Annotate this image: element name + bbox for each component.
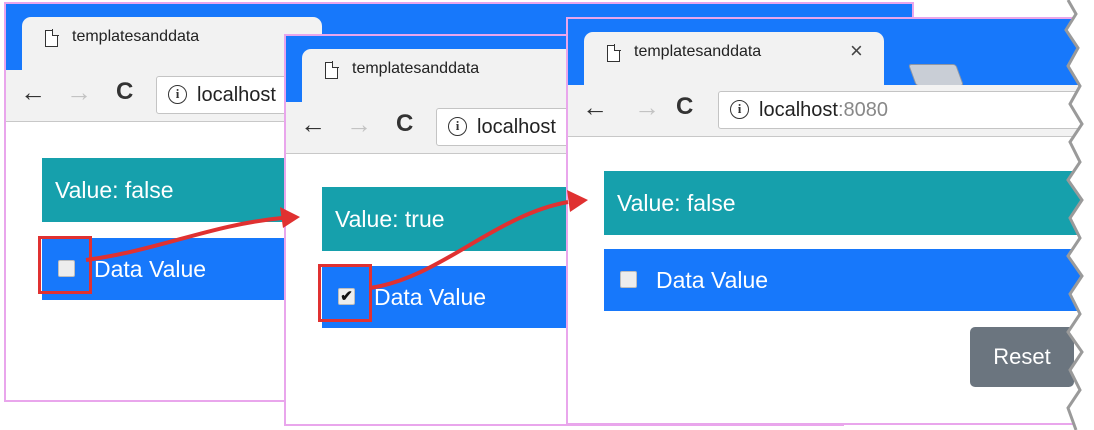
- browser-tab[interactable]: templatesanddata: [302, 49, 602, 102]
- data-value-label: Data Value: [94, 256, 207, 282]
- url-text: localhost:8080: [759, 99, 888, 121]
- info-icon[interactable]: i: [448, 117, 467, 136]
- browser-toolbar: ← → C i localhost:8080: [568, 85, 1094, 137]
- forward-arrow-icon[interactable]: →: [634, 89, 660, 125]
- reload-icon[interactable]: C: [116, 74, 133, 110]
- address-bar[interactable]: i localhost:8080: [718, 91, 1094, 129]
- checkbox-highlight: [318, 264, 372, 322]
- reload-icon[interactable]: C: [676, 89, 693, 125]
- back-arrow-icon[interactable]: ←: [20, 74, 46, 110]
- title-bar: templatesanddata ×: [568, 19, 1094, 86]
- browser-window-3: templatesanddata × ← → C i localhost:808…: [566, 17, 1094, 425]
- tab-title: templatesanddata: [72, 28, 200, 45]
- info-icon[interactable]: i: [730, 100, 749, 119]
- data-value-label: Data Value: [374, 284, 487, 310]
- info-icon[interactable]: i: [168, 85, 187, 104]
- page-content: Value: false Data Value Reset: [568, 137, 1094, 423]
- tab-title: templatesanddata: [352, 60, 480, 77]
- checkbox-highlight: [38, 236, 92, 294]
- data-value-row: Data Value: [604, 249, 1094, 311]
- forward-arrow-icon[interactable]: →: [66, 74, 92, 110]
- close-tab-icon[interactable]: ×: [850, 38, 863, 64]
- browser-tab[interactable]: templatesanddata: [22, 17, 322, 70]
- forward-arrow-icon[interactable]: →: [346, 106, 372, 142]
- page-icon: [607, 44, 621, 62]
- back-arrow-icon[interactable]: ←: [300, 106, 326, 142]
- value-display: Value: false: [604, 171, 1094, 235]
- data-value-checkbox[interactable]: [620, 271, 637, 288]
- torn-edge-decoration: [1064, 0, 1094, 430]
- back-arrow-icon[interactable]: ←: [582, 89, 608, 125]
- new-tab-button[interactable]: [907, 64, 965, 86]
- page-icon: [325, 61, 339, 79]
- page-icon: [45, 29, 59, 47]
- browser-tab[interactable]: templatesanddata ×: [584, 32, 884, 85]
- url-text: localhost: [197, 84, 276, 106]
- data-value-label: Data Value: [656, 267, 769, 293]
- tab-title: templatesanddata: [634, 43, 762, 60]
- url-text: localhost: [477, 116, 556, 138]
- reload-icon[interactable]: C: [396, 106, 413, 142]
